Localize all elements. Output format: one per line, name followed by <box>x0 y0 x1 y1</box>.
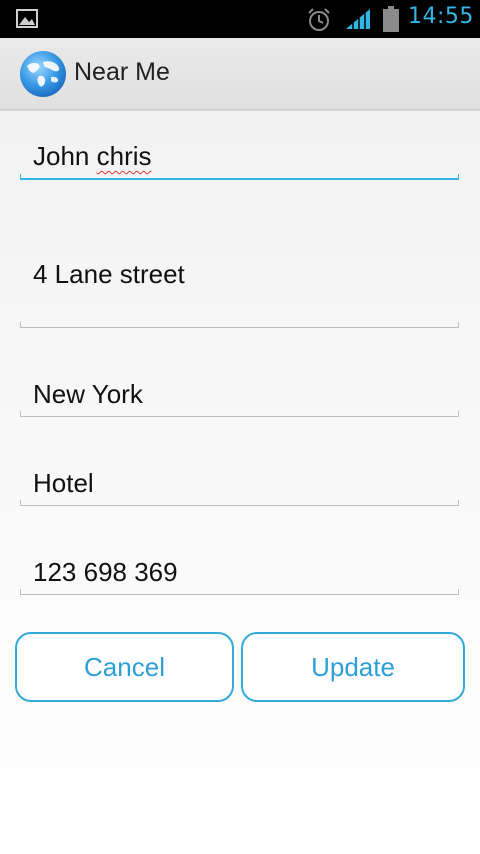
action-bar: Near Me <box>0 38 480 110</box>
image-notification-icon <box>16 9 38 28</box>
alarm-icon <box>308 8 330 31</box>
cancel-button[interactable]: Cancel <box>15 632 234 702</box>
status-bar: 14:55 <box>0 0 480 38</box>
street-field[interactable]: 4 Lane street <box>20 251 459 329</box>
form-container: John chris 4 Lane street New York Hotel … <box>0 111 480 854</box>
category-field[interactable]: Hotel <box>20 460 459 507</box>
clock: 14:55 <box>408 4 474 29</box>
category-value: Hotel <box>33 468 94 498</box>
phone-field[interactable]: 123 698 369 <box>20 549 459 596</box>
street-value: 4 Lane street <box>33 259 185 289</box>
name-value: John chris <box>33 141 152 171</box>
city-field[interactable]: New York <box>20 371 459 418</box>
battery-icon <box>383 6 399 32</box>
signal-icon <box>346 9 370 29</box>
name-field[interactable]: John chris <box>20 137 459 181</box>
page-title: Near Me <box>74 58 170 86</box>
update-button[interactable]: Update <box>241 632 465 702</box>
city-value: New York <box>33 379 143 409</box>
globe-icon[interactable] <box>19 50 67 98</box>
phone-value: 123 698 369 <box>33 557 178 587</box>
misspelled-word: chris <box>96 141 152 171</box>
